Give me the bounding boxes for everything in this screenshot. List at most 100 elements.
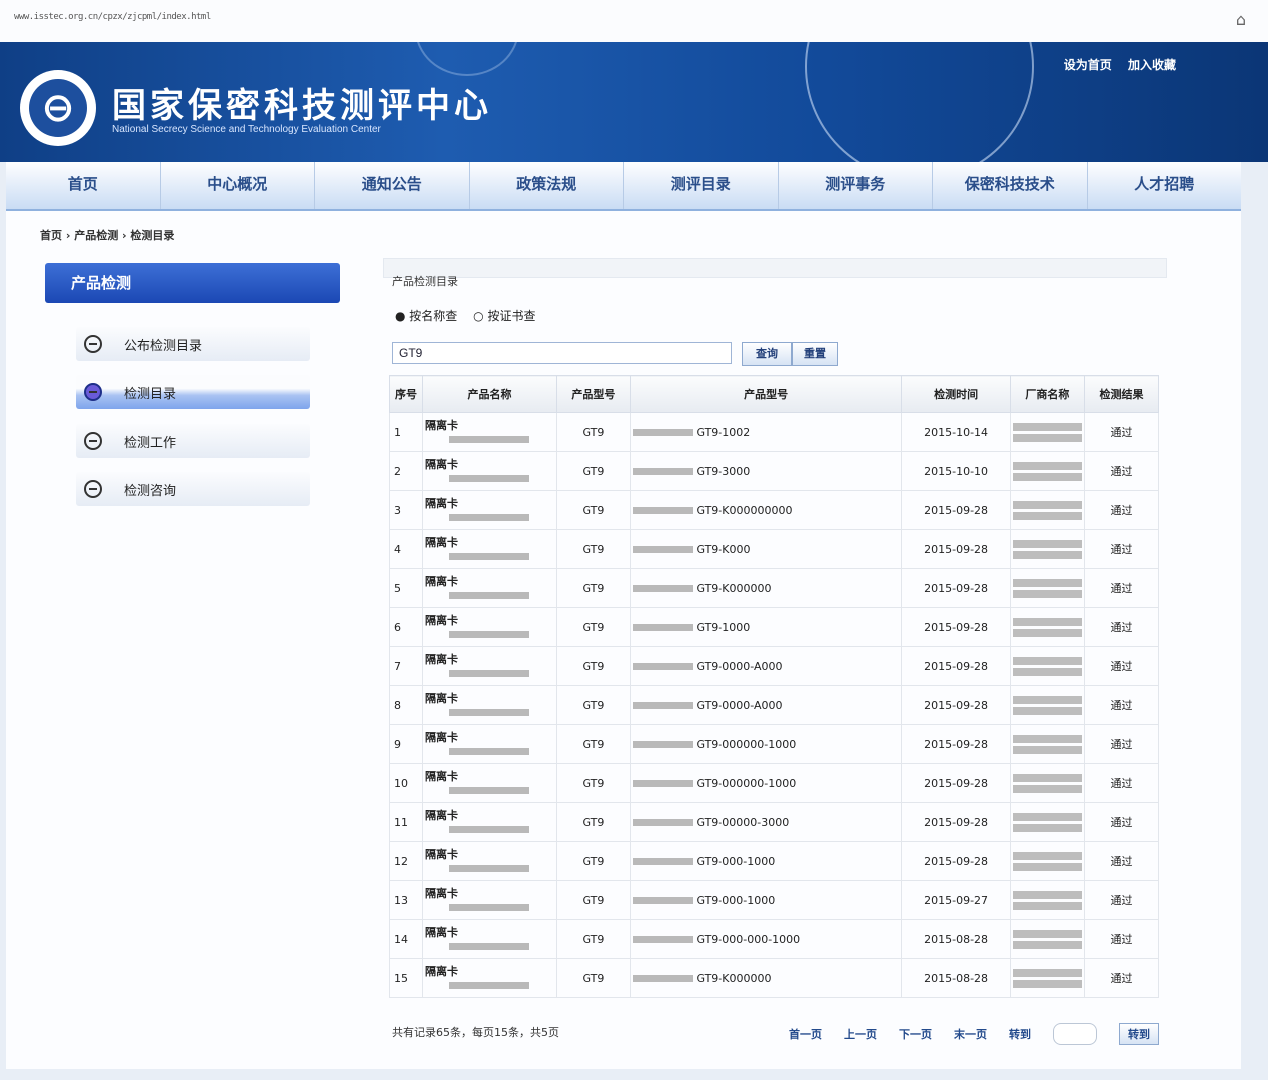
table-row[interactable]: 1 隔离卡 GT9 GT9-1002 2015-10-14 通过: [389, 412, 1160, 452]
product-name-text: 隔离卡: [425, 692, 458, 705]
redacted-bar: [1012, 745, 1082, 754]
cell-product-name[interactable]: 隔离卡: [422, 880, 557, 920]
cell-index: 11: [389, 802, 423, 842]
cell-product-name[interactable]: 隔离卡: [422, 724, 557, 764]
cell-date: 2015-10-14: [901, 412, 1011, 452]
first-page-link[interactable]: 首一页: [789, 1026, 822, 1042]
sidebar-item-catalog[interactable]: 检测目录: [76, 375, 310, 409]
cell-product-name[interactable]: 隔离卡: [422, 841, 557, 881]
table-row[interactable]: 3 隔离卡 GT9 GT9-K000000000 2015-09-28 通过: [389, 490, 1160, 530]
cell-result[interactable]: 通过: [1083, 451, 1160, 491]
nav-item-catalog[interactable]: 测评目录: [624, 162, 779, 209]
nav-item-policy[interactable]: 政策法规: [470, 162, 624, 209]
browser-address-bar[interactable]: www.isstec.org.cn/cpzx/zjcpml/index.html…: [0, 0, 1268, 43]
cell-product-name[interactable]: 隔离卡: [422, 802, 557, 842]
cell-product-name[interactable]: 隔离卡: [422, 490, 557, 530]
site-logo[interactable]: ⊖: [20, 70, 96, 146]
nav-item-jobs[interactable]: 人才招聘: [1088, 162, 1242, 209]
cell-product-name[interactable]: 隔离卡: [422, 451, 557, 491]
cell-result[interactable]: 通过: [1083, 919, 1160, 959]
cell-product-name[interactable]: 隔离卡: [422, 958, 557, 998]
radio-by-name[interactable]: ● 按名称查: [395, 307, 457, 324]
nav-item-home[interactable]: 首页: [6, 162, 161, 209]
top-links: 设为首页 加入收藏: [1052, 56, 1176, 73]
redacted-bar: [1012, 823, 1082, 832]
cell-result[interactable]: 通过: [1083, 490, 1160, 530]
table-row[interactable]: 12 隔离卡 GT9 GT9-000-1000 2015-09-28 通过: [389, 841, 1160, 881]
cell-result[interactable]: 通过: [1083, 880, 1160, 920]
table-row[interactable]: 14 隔离卡 GT9 GT9-000-000-1000 2015-08-28 通过: [389, 919, 1160, 959]
model-text: GT9-K000000: [696, 581, 772, 595]
cell-result[interactable]: 通过: [1083, 412, 1160, 452]
sidebar-item-work[interactable]: 检测工作: [76, 424, 310, 458]
cell-product-type: GT9: [555, 490, 631, 530]
last-page-link[interactable]: 末一页: [954, 1026, 987, 1042]
product-name-text: 隔离卡: [425, 497, 458, 510]
cell-product-name[interactable]: 隔离卡: [422, 568, 557, 608]
model-text: GT9-000000-1000: [696, 776, 797, 790]
cell-result[interactable]: 通过: [1083, 763, 1160, 803]
sidebar-item-label: 检测目录: [124, 386, 177, 402]
model-text: GT9-000-1000: [696, 893, 776, 907]
next-page-link[interactable]: 下一页: [899, 1026, 932, 1042]
col-date: 检测时间: [901, 375, 1011, 413]
cell-product-name[interactable]: 隔离卡: [422, 646, 557, 686]
go-button[interactable]: 转到: [1119, 1023, 1159, 1045]
sidebar-item-consult[interactable]: 检测咨询: [76, 472, 310, 506]
table-row[interactable]: 15 隔离卡 GT9 GT9-K000000 2015-08-28 通过: [389, 958, 1160, 998]
cell-product-name[interactable]: 隔离卡: [422, 529, 557, 569]
cell-result[interactable]: 通过: [1083, 958, 1160, 998]
prev-page-link[interactable]: 上一页: [844, 1026, 877, 1042]
cell-result[interactable]: 通过: [1083, 646, 1160, 686]
table-row[interactable]: 9 隔离卡 GT9 GT9-000000-1000 2015-09-28 通过: [389, 724, 1160, 764]
table-row[interactable]: 10 隔离卡 GT9 GT9-000000-1000 2015-09-28 通过: [389, 763, 1160, 803]
cell-result[interactable]: 通过: [1083, 607, 1160, 647]
table-row[interactable]: 13 隔离卡 GT9 GT9-000-1000 2015-09-27 通过: [389, 880, 1160, 920]
redacted-bar: [632, 936, 693, 943]
cell-manufacturer-redacted: [1009, 880, 1085, 920]
cell-result[interactable]: 通过: [1083, 685, 1160, 725]
sidebar-item-published-catalog[interactable]: 公布检测目录: [76, 327, 310, 361]
home-icon[interactable]: ⌂: [1236, 10, 1246, 29]
table-row[interactable]: 7 隔离卡 GT9 GT9-0000-A000 2015-09-28 通过: [389, 646, 1160, 686]
cell-index: 9: [389, 724, 423, 764]
cell-product-name[interactable]: 隔离卡: [422, 412, 557, 452]
table-row[interactable]: 4 隔离卡 GT9 GT9-K000 2015-09-28 通过: [389, 529, 1160, 569]
cell-product-model: GT9-0000-A000: [629, 646, 903, 686]
cell-manufacturer-redacted: [1009, 958, 1085, 998]
table-row[interactable]: 6 隔离卡 GT9 GT9-1000 2015-09-28 通过: [389, 607, 1160, 647]
redacted-bar: [632, 780, 693, 787]
cell-result[interactable]: 通过: [1083, 841, 1160, 881]
cell-product-model: GT9-000000-1000: [629, 724, 903, 764]
cell-product-name[interactable]: 隔离卡: [422, 763, 557, 803]
product-name-text: 隔离卡: [425, 926, 458, 939]
cell-result[interactable]: 通过: [1083, 568, 1160, 608]
set-homepage-link[interactable]: 设为首页: [1064, 58, 1112, 72]
add-favorite-link[interactable]: 加入收藏: [1128, 58, 1176, 72]
page-number-input[interactable]: [1053, 1023, 1097, 1045]
radio-by-cert[interactable]: ○ 按证书查: [473, 307, 535, 324]
cell-index: 13: [389, 880, 423, 920]
table-row[interactable]: 11 隔离卡 GT9 GT9-00000-3000 2015-09-28 通过: [389, 802, 1160, 842]
reset-button[interactable]: 重置: [792, 342, 838, 366]
redacted-bar: [1012, 968, 1082, 977]
table-row[interactable]: 2 隔离卡 GT9 GT9-3000 2015-10-10 通过: [389, 451, 1160, 491]
nav-item-notices[interactable]: 通知公告: [315, 162, 470, 209]
cell-product-name[interactable]: 隔离卡: [422, 685, 557, 725]
nav-item-affairs[interactable]: 测评事务: [779, 162, 933, 209]
cell-result[interactable]: 通过: [1083, 802, 1160, 842]
search-button[interactable]: 查询: [742, 342, 792, 366]
search-input[interactable]: [392, 342, 732, 364]
table-row[interactable]: 8 隔离卡 GT9 GT9-0000-A000 2015-09-28 通过: [389, 685, 1160, 725]
cell-result[interactable]: 通过: [1083, 724, 1160, 764]
table-row[interactable]: 5 隔离卡 GT9 GT9-K000000 2015-09-28 通过: [389, 568, 1160, 608]
redacted-bar: [1012, 773, 1082, 782]
cell-product-name[interactable]: 隔离卡: [422, 919, 557, 959]
cell-result[interactable]: 通过: [1083, 529, 1160, 569]
cell-product-name[interactable]: 隔离卡: [422, 607, 557, 647]
decorative-arc: [805, 42, 1034, 162]
cell-manufacturer-redacted: [1009, 568, 1085, 608]
url-text[interactable]: www.isstec.org.cn/cpzx/zjcpml/index.html: [14, 12, 211, 22]
nav-item-about[interactable]: 中心概况: [161, 162, 315, 209]
nav-item-tech[interactable]: 保密科技技术: [933, 162, 1088, 209]
